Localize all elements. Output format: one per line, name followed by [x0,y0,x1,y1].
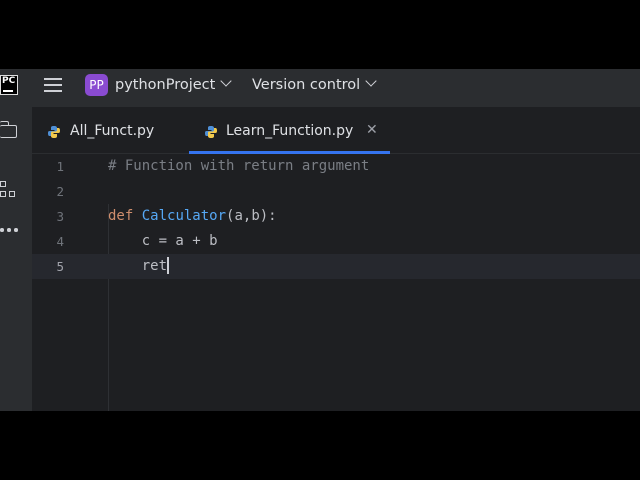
tab-label: All_Funct.py [70,123,155,139]
tab-all-funct[interactable]: All_Funct.py [32,107,182,154]
more-icon[interactable] [0,227,20,233]
chevron-down-icon [220,75,233,87]
code-editor[interactable]: 1 # Function with return argument 2 3 de… [32,154,640,411]
code-line[interactable]: 4 c = a + b [32,229,640,254]
code-text: ret [108,254,170,279]
version-control-menu[interactable]: Version control [252,75,377,95]
project-badge[interactable]: PP [85,74,108,96]
title-bar: PC PP pythonProject Version control [0,69,640,107]
project-name: pythonProject [115,77,216,93]
line-number: 5 [56,259,64,274]
line-number: 4 [56,234,64,249]
folder-icon[interactable] [0,121,17,138]
text-caret [167,256,170,274]
line-number: 1 [56,159,64,174]
python-file-icon [205,126,217,138]
app-logo-text: PC [2,76,16,86]
tab-learn-function[interactable]: Learn_Function.py [189,107,390,154]
version-control-label: Version control [252,77,361,93]
tool-window-strip [0,107,32,411]
code-text: def Calculator(a,b): [108,204,277,229]
close-icon[interactable]: ✕ [366,121,378,139]
tab-label: Learn_Function.py [226,123,354,139]
structure-icon[interactable] [0,181,18,199]
code-line-current[interactable]: 5 ret [32,254,640,279]
code-line[interactable]: 2 [32,179,640,204]
ide-window: PC PP pythonProject Version control All_… [0,69,640,411]
line-number: 3 [56,209,64,224]
python-file-icon [48,126,60,138]
code-text: # Function with return argument [108,158,370,174]
editor-tab-bar: All_Funct.py Learn_Function.py ✕ [32,107,640,154]
typed-text: ret [108,258,168,274]
chevron-down-icon [365,75,377,87]
line-number: 2 [56,184,64,199]
pycharm-logo-icon[interactable]: PC [0,75,18,95]
function-name: Calculator [141,208,227,224]
code-rest: (a,b): [226,208,277,224]
code-line[interactable]: 1 # Function with return argument [32,154,640,179]
project-selector[interactable]: pythonProject [115,75,233,95]
code-text: c = a + b [108,233,218,249]
hamburger-menu-icon[interactable] [44,77,62,93]
code-line[interactable]: 3 def Calculator(a,b): [32,204,640,229]
keyword: def [108,208,134,224]
